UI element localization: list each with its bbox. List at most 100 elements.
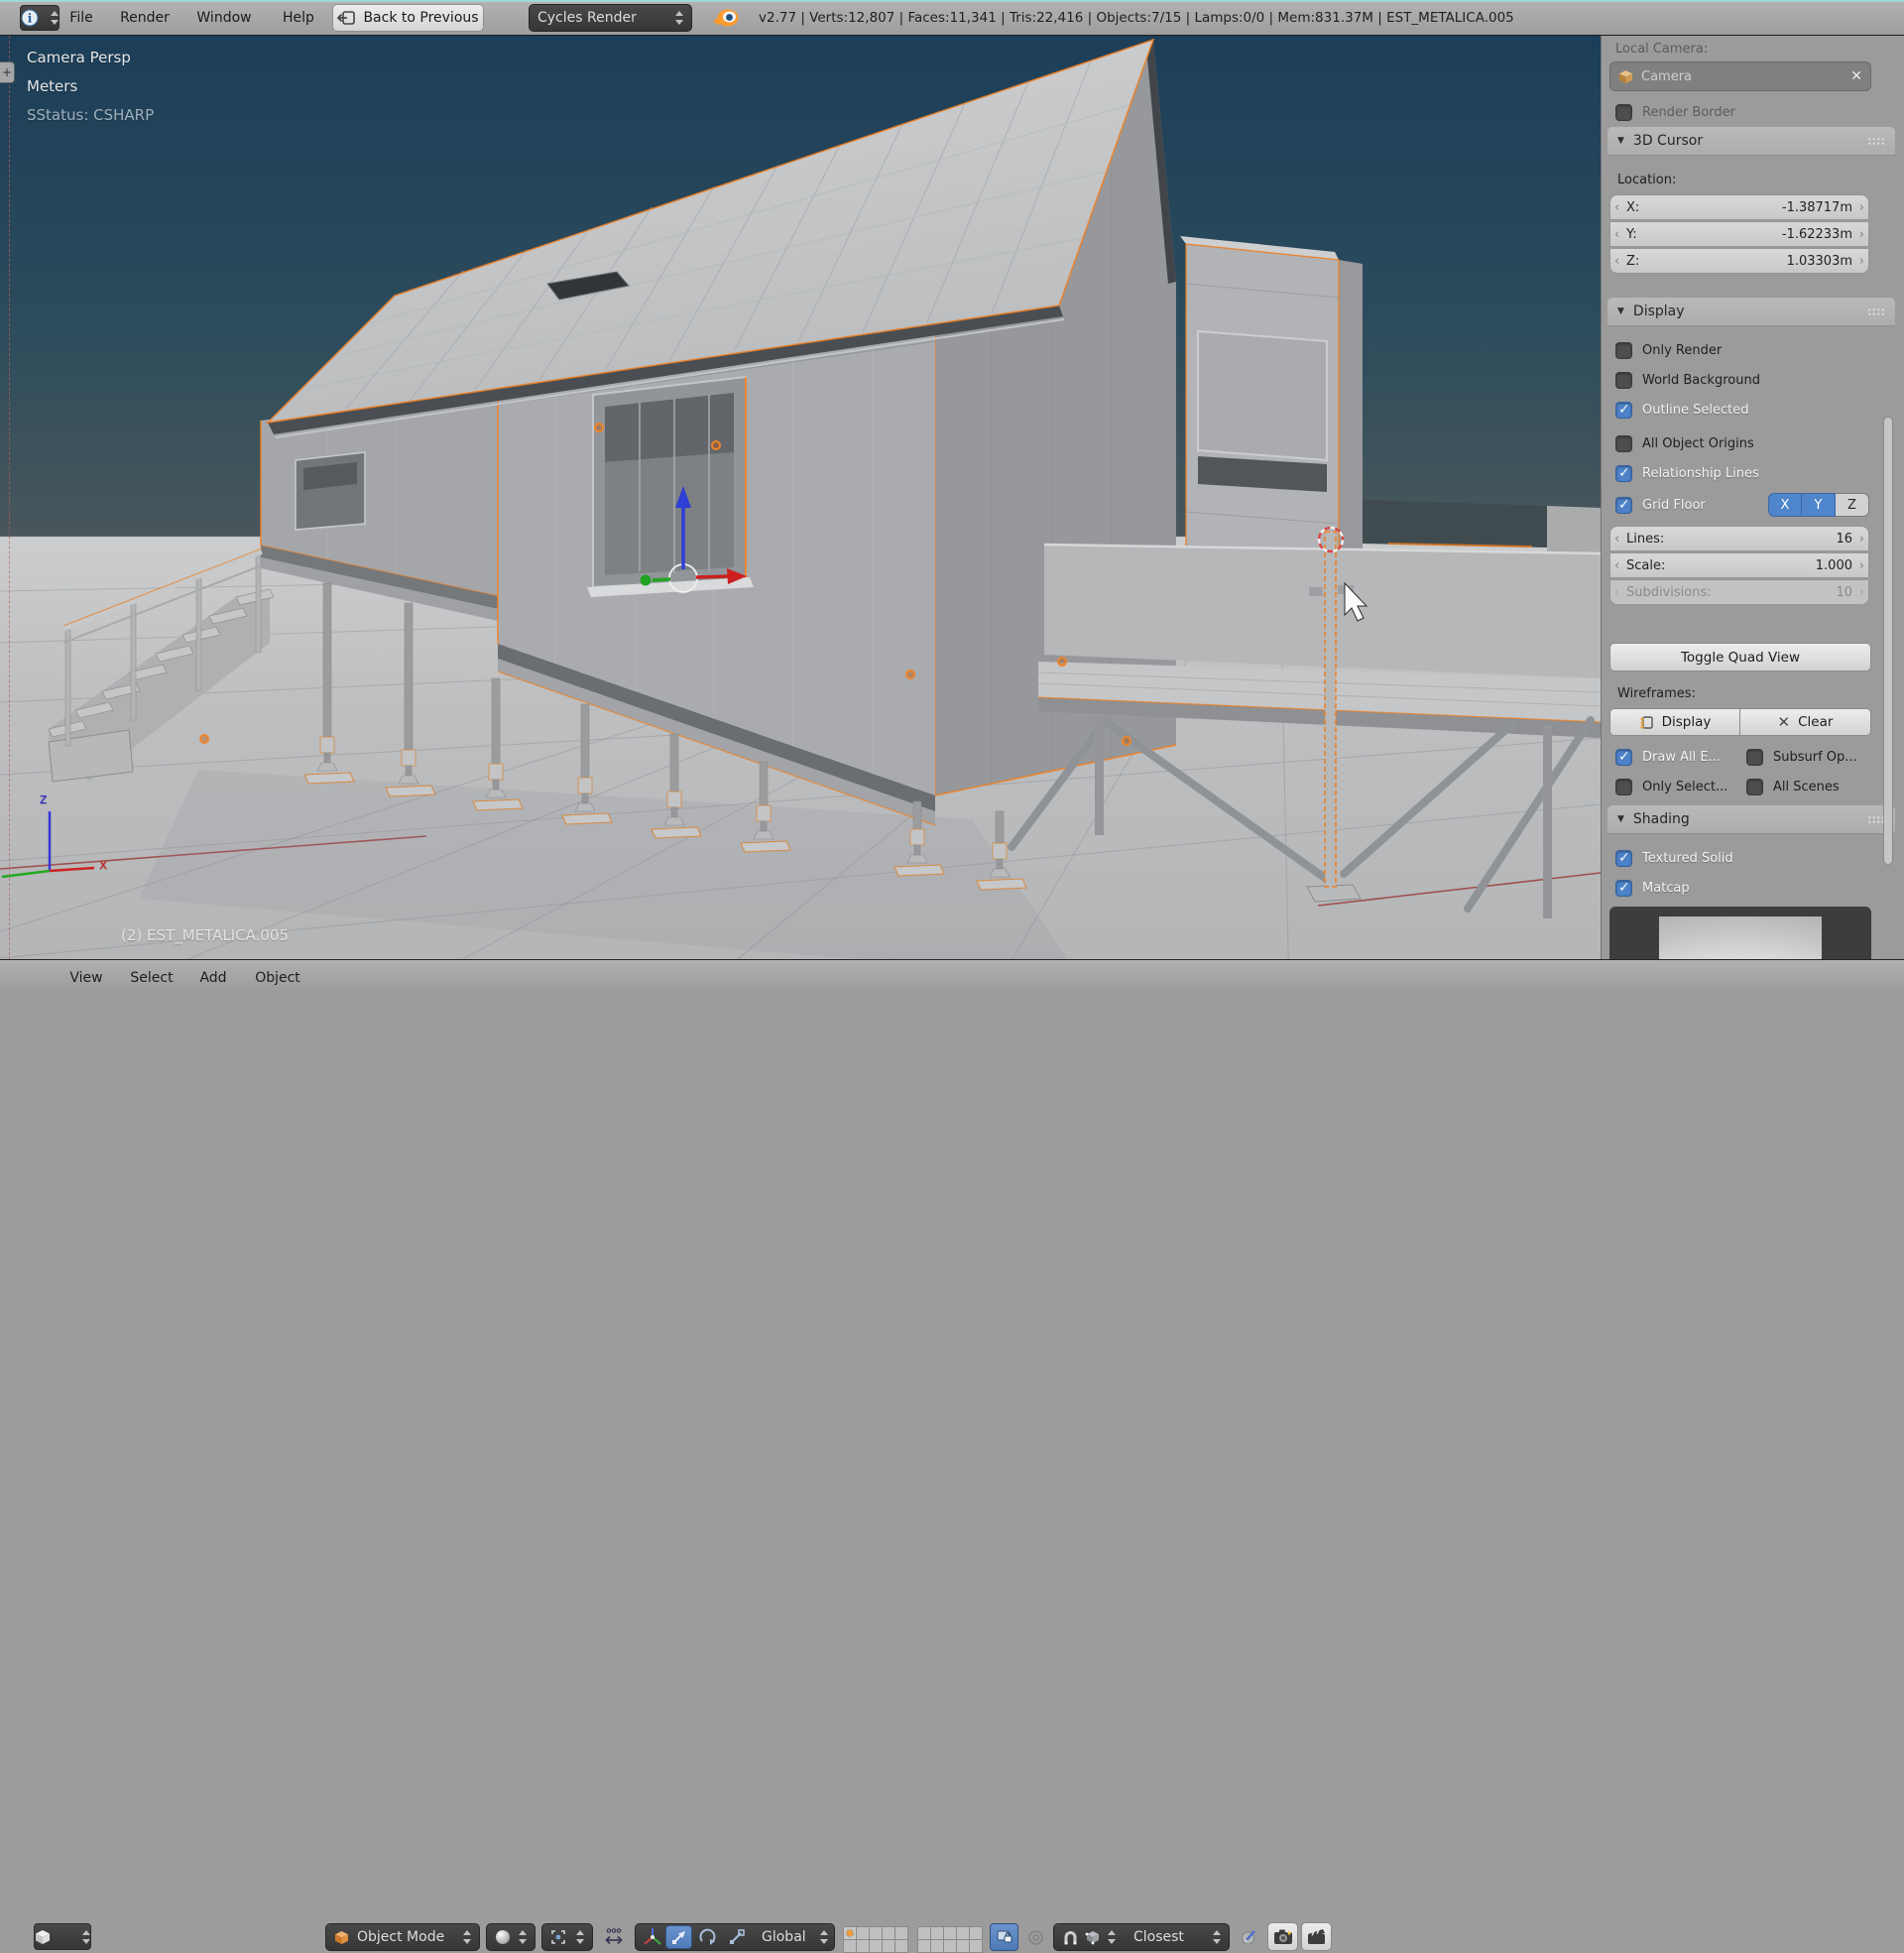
panel-header-shading[interactable]: Shading <box>1607 805 1895 834</box>
freestyle-icon <box>1640 715 1653 729</box>
render-border-checkbox[interactable]: Render Border <box>1615 101 1735 123</box>
clapperboard-icon <box>1308 1929 1325 1944</box>
wireframe-clear-button[interactable]: ✕ Clear <box>1740 708 1871 736</box>
proportional-edit-toggle[interactable] <box>1022 1923 1049 1951</box>
active-object-label: (2) EST_METALICA.005 <box>121 926 290 944</box>
location-label: Location: <box>1617 173 1677 187</box>
menu-view[interactable]: View <box>63 960 109 996</box>
grid-lines-field[interactable]: Lines: 16 <box>1609 526 1869 551</box>
manipulator-axis-icon[interactable] <box>642 1926 663 1948</box>
grid-axis-x[interactable]: X <box>1768 493 1802 517</box>
panel-header-3d-cursor[interactable]: 3D Cursor <box>1607 127 1895 156</box>
scene-stats: v2.77 | Verts:12,807 | Faces:11,341 | Tr… <box>759 10 1514 26</box>
snap-target-select[interactable]: Closest <box>1133 1929 1184 1945</box>
orientation-select[interactable]: Global <box>762 1929 806 1945</box>
viewport-3d[interactable]: Camera Persp Meters SStatus: CSHARP (2) … <box>0 36 1601 995</box>
3d-view-editor-icon <box>36 1929 50 1944</box>
checkbox-draw-all-edges[interactable]: Draw All E... <box>1615 746 1721 768</box>
editor-type-selector[interactable] <box>34 1923 91 1950</box>
grid-scale-field[interactable]: Scale: 1.000 <box>1609 552 1869 578</box>
panel-grip-icon[interactable] <box>1867 136 1885 146</box>
panel-grip-icon[interactable] <box>1867 306 1885 316</box>
sidebar-scrollbar[interactable] <box>1883 417 1893 865</box>
lock-to-scene-toggle[interactable] <box>990 1923 1018 1951</box>
checkbox-only-render[interactable]: Only Render <box>1615 339 1722 361</box>
front-window <box>587 375 754 597</box>
editor-type-selector[interactable]: i <box>20 5 60 31</box>
checkbox-matcap[interactable]: Matcap <box>1615 877 1690 899</box>
translate-manipulator-toggle[interactable] <box>665 1925 692 1949</box>
opengl-render-material-toggle[interactable] <box>1236 1923 1263 1951</box>
panel-header-display[interactable]: Display <box>1607 298 1895 326</box>
camera-icon <box>1273 1929 1292 1944</box>
properties-region[interactable]: Local Camera: Camera ✕ Render Border 3D … <box>1601 36 1904 995</box>
checkbox-outline-selected[interactable]: Outline Selected <box>1615 399 1749 421</box>
snap-element-icon[interactable] <box>1085 1929 1101 1945</box>
manipulate-center-points-toggle[interactable] <box>599 1923 629 1951</box>
layers-group-1[interactable] <box>843 1926 908 1953</box>
grid-axis-z[interactable]: Z <box>1836 493 1869 517</box>
back-to-previous-label: Back to Previous <box>363 10 479 26</box>
clear-x-icon: ✕ <box>1777 713 1791 731</box>
camera-field[interactable]: Camera ✕ <box>1609 61 1871 91</box>
checkbox-textured-solid[interactable]: Textured Solid <box>1615 847 1733 869</box>
snap-magnet-icon[interactable] <box>1062 1929 1079 1946</box>
scale-manipulator-toggle[interactable] <box>723 1925 750 1949</box>
render-engine-select[interactable]: Cycles Render <box>529 4 692 32</box>
menu-window[interactable]: Window <box>186 0 262 36</box>
cursor-x-field[interactable]: X: -1.38717m <box>1609 194 1869 220</box>
checkbox-grid-floor[interactable]: Grid Floor <box>1615 494 1706 516</box>
checkbox-all-scenes[interactable]: All Scenes <box>1746 776 1840 797</box>
mode-select[interactable]: Object Mode <box>325 1923 480 1951</box>
rotate-manipulator-toggle[interactable] <box>694 1925 721 1949</box>
grid-subdivisions-field[interactable]: Subdivisions: 10 <box>1609 579 1869 605</box>
back-to-previous-button[interactable]: Back to Previous <box>332 4 484 32</box>
menu-render[interactable]: Render <box>113 0 177 36</box>
selector-arrows-icon <box>518 1930 527 1944</box>
cursor-y-field[interactable]: Y: -1.62233m <box>1609 221 1869 247</box>
selector-arrows-icon <box>674 11 683 25</box>
info-header: i File Render Window Help Back to Previo… <box>0 0 1904 36</box>
close-icon[interactable]: ✕ <box>1850 68 1862 84</box>
region-expand-tab[interactable] <box>0 61 15 83</box>
second-structure[interactable] <box>1180 236 1363 566</box>
object-mode-cube-icon <box>334 1930 349 1944</box>
grid-axis-toggle[interactable]: X Y Z <box>1768 493 1869 517</box>
center-points-icon <box>605 1928 623 1945</box>
checkbox-all-object-origins[interactable]: All Object Origins <box>1615 432 1754 454</box>
checkbox-only-selected[interactable]: Only Select... <box>1615 776 1727 797</box>
menu-file[interactable]: File <box>60 0 103 36</box>
opengl-render-anim-button[interactable] <box>1301 1922 1332 1951</box>
region-border-dashed <box>9 36 10 995</box>
layer-cell-active[interactable] <box>843 1926 857 1940</box>
menu-help[interactable]: Help <box>274 0 323 36</box>
axis-x-label: x <box>99 857 108 873</box>
selector-arrows-icon <box>1212 1930 1221 1944</box>
menu-add[interactable]: Add <box>192 960 234 996</box>
menu-select[interactable]: Select <box>125 960 178 996</box>
viewport-shading-select[interactable] <box>486 1923 536 1951</box>
axis-z-label: z <box>40 792 48 807</box>
toggle-quad-view-button[interactable]: Toggle Quad View <box>1609 643 1871 671</box>
selector-arrows-icon <box>81 1929 90 1944</box>
object-data-icon <box>1618 69 1633 83</box>
opengl-render-still-button[interactable] <box>1267 1922 1298 1951</box>
info-editor-icon: i <box>21 9 39 27</box>
checkbox-relationship-lines[interactable]: Relationship Lines <box>1615 462 1759 484</box>
cursor-z-field[interactable]: Z: 1.03303m <box>1609 248 1869 274</box>
menu-object[interactable]: Object <box>248 960 307 996</box>
blender-logo-icon <box>713 9 739 27</box>
wireframes-label: Wireframes: <box>1617 686 1696 701</box>
pivot-icon <box>551 1930 565 1944</box>
layers-group-2[interactable] <box>917 1926 983 1953</box>
snap-group: Closest <box>1053 1923 1230 1951</box>
viewport-header: View Select Add Object Object Mode Globa… <box>0 959 1904 1953</box>
checkbox-subsurf-optimal[interactable]: Subsurf Op... <box>1746 746 1857 768</box>
pivot-point-select[interactable] <box>541 1923 593 1951</box>
checkbox-icon <box>1615 103 1632 121</box>
translate-icon <box>671 1931 685 1944</box>
checkbox-world-background[interactable]: World Background <box>1615 369 1760 391</box>
wireframe-display-button[interactable]: Display <box>1609 708 1740 736</box>
grid-axis-y[interactable]: Y <box>1802 493 1836 517</box>
back-arrow-icon <box>337 11 356 25</box>
